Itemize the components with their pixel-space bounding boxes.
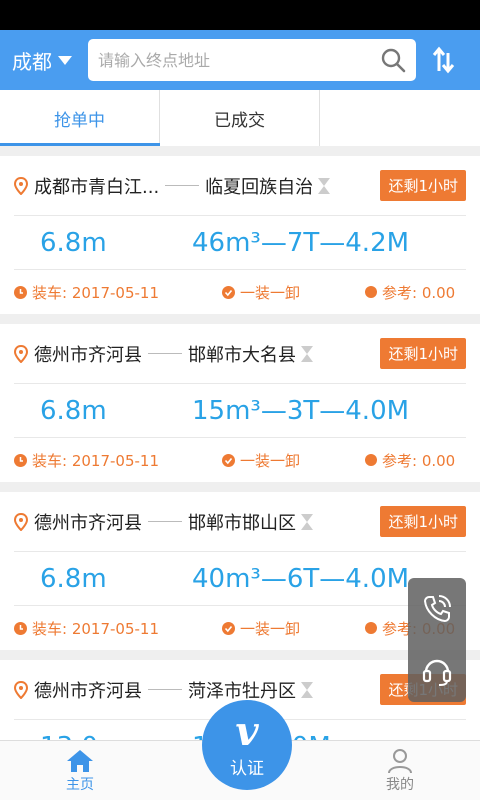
clock-icon (14, 453, 27, 467)
check-icon (222, 621, 235, 635)
verify-logo: v (235, 707, 259, 755)
tab-completed[interactable]: 已成交 (160, 90, 320, 146)
meta-row: 装车: 2017-05-11 一装一卸 参考: 0.00 (14, 438, 466, 482)
destination: 邯郸市邯山区 (188, 512, 296, 534)
clock-icon (14, 621, 27, 635)
clock-icon (14, 285, 27, 299)
home-icon (67, 749, 93, 772)
floating-contact-panel (408, 578, 466, 702)
truck-length: 6.8m (40, 395, 107, 426)
phone-icon[interactable] (420, 592, 454, 626)
cargo-spec: 40m³—6T—4.0M (192, 563, 410, 594)
sort-button[interactable] (416, 30, 472, 90)
yen-icon (365, 454, 377, 466)
route-divider (148, 521, 182, 522)
reference-price: 参考: 0.00 (382, 283, 456, 302)
order-card[interactable]: 成都市青白江... 临夏回族自治 还剩1小时 6.8m 46m³—7T—4.2M… (0, 156, 480, 314)
hourglass-icon (300, 345, 314, 363)
meta-row: 装车: 2017-05-11 一装一卸 参考: 0.00 (14, 606, 466, 650)
route-divider (165, 185, 200, 186)
destination: 临夏回族自治 (205, 176, 314, 198)
cargo-spec: 15m³—3T—4.0M (192, 395, 410, 426)
yen-icon (365, 286, 377, 298)
origin: 成都市青白江... (34, 176, 160, 198)
load-date: 装车: 2017-05-11 (32, 451, 159, 470)
city-label: 成都 (12, 49, 52, 74)
nav-home-label: 主页 (66, 776, 94, 793)
time-remaining-badge: 还剩1小时 (380, 506, 466, 537)
route-row: 德州市齐河县 邯郸市邯山区 还剩1小时 (14, 492, 466, 552)
time-remaining-badge: 还剩1小时 (380, 170, 466, 201)
meta-row: 装车: 2017-05-11 一装一卸 参考: 0.00 (14, 270, 466, 314)
cargo-spec: 46m³—7T—4.2M (192, 227, 410, 258)
specs-row: 6.8m 15m³—3T—4.0M (14, 384, 466, 438)
load-date: 装车: 2017-05-11 (32, 283, 159, 302)
header: 成都 (0, 30, 480, 90)
reference-price: 参考: 0.00 (382, 451, 456, 470)
order-card[interactable]: 德州市齐河县 邯郸市大名县 还剩1小时 6.8m 15m³—3T—4.0M 装车… (0, 324, 480, 482)
specs-row: 6.8m 40m³—6T—4.0M (14, 552, 466, 606)
load-mode: 一装一卸 (240, 451, 301, 470)
location-pin-icon (14, 680, 28, 699)
load-mode: 一装一卸 (240, 619, 301, 638)
destination: 菏泽市牡丹区 (188, 680, 296, 702)
headset-icon[interactable] (420, 654, 454, 688)
verify-label: 认证 (230, 758, 264, 779)
nav-mine-label: 我的 (386, 776, 414, 793)
user-icon (388, 748, 412, 773)
location-pin-icon (14, 512, 28, 531)
tab-grabbing[interactable]: 抢单中 (0, 90, 160, 146)
location-pin-icon (14, 176, 28, 195)
tab-label: 抢单中 (54, 110, 105, 131)
verify-button[interactable]: v 认证 (202, 700, 292, 790)
route-row: 成都市青白江... 临夏回族自治 还剩1小时 (14, 156, 466, 216)
truck-length: 13.0m (14, 732, 192, 741)
yen-icon (365, 622, 377, 634)
time-remaining-badge: 还剩1小时 (380, 338, 466, 369)
origin: 德州市齐河县 (34, 344, 142, 366)
specs-row: 6.8m 46m³—7T—4.2M (14, 216, 466, 270)
search-box[interactable] (88, 39, 416, 81)
hourglass-icon (300, 513, 314, 531)
search-icon[interactable] (380, 47, 406, 73)
truck-length: 6.8m (40, 563, 107, 594)
load-date: 装车: 2017-05-11 (32, 619, 159, 638)
origin: 德州市齐河县 (34, 680, 142, 702)
city-selector[interactable]: 成都 (12, 46, 88, 75)
check-icon (222, 285, 235, 299)
caret-down-icon (58, 55, 72, 65)
hourglass-icon (300, 681, 314, 699)
route-divider (148, 353, 182, 354)
search-input[interactable] (98, 50, 380, 70)
tab-bar: 抢单中 已成交 (0, 90, 480, 146)
check-icon (222, 453, 235, 467)
location-pin-icon (14, 344, 28, 363)
tab-spacer (320, 90, 480, 146)
route-row: 德州市齐河县 邯郸市大名县 还剩1小时 (14, 324, 466, 384)
truck-length: 6.8m (40, 227, 107, 258)
hourglass-icon (317, 177, 331, 195)
load-mode: 一装一卸 (240, 283, 301, 302)
route-divider (148, 689, 182, 690)
nav-mine[interactable]: 我的 (320, 741, 480, 800)
nav-home[interactable]: 主页 (0, 741, 160, 800)
tab-label: 已成交 (214, 110, 265, 131)
origin: 德州市齐河县 (34, 512, 142, 534)
sort-icon (432, 46, 455, 74)
status-bar (0, 0, 480, 30)
destination: 邯郸市大名县 (188, 344, 296, 366)
